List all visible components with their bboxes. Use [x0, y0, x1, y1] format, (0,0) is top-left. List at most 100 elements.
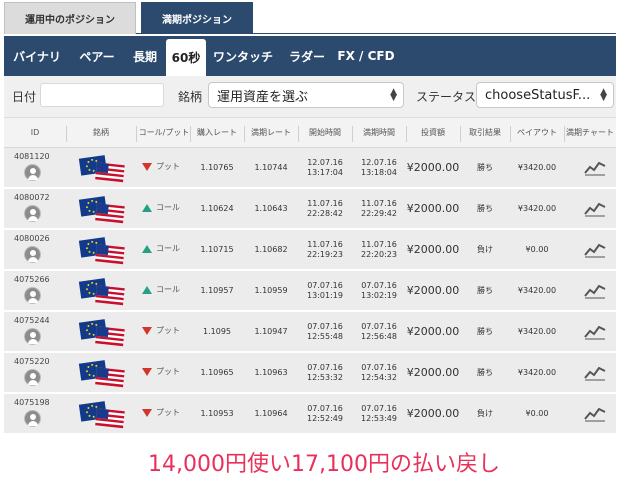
date-input[interactable] [40, 83, 164, 107]
tab-expired-positions[interactable]: 満期ポジション [141, 2, 253, 34]
start-time: 11.07.16 22:28:42 [298, 189, 352, 228]
end-date-text: 12.07.16 [361, 157, 397, 167]
start-time: 12.07.16 13:17:04 [298, 148, 352, 187]
position-id: 4080026 [14, 234, 50, 243]
payout-value: ¥3420.00 [517, 203, 557, 213]
tab-open-positions[interactable]: 運用中のポジション [4, 2, 136, 34]
position-id: 4080072 [14, 193, 50, 202]
buy-rate: 1.1095 [203, 326, 231, 336]
expiry-rate: 1.10964 [254, 408, 288, 418]
end-time-text: 22:29:42 [361, 208, 397, 218]
investment-amount: ¥2000.00 [406, 201, 460, 215]
table-row[interactable]: 4075266 コール 1.10957 1.10959 07.07.16 13:… [4, 271, 616, 312]
user-icon [24, 205, 41, 222]
expiry-rate: 1.10744 [254, 162, 288, 172]
col-expiry-chart: 満期チャート [566, 128, 614, 137]
start-time-text: 13:01:19 [307, 290, 343, 300]
line-chart-icon[interactable] [584, 240, 606, 258]
start-time-text: 12:55:48 [307, 331, 343, 341]
table-row[interactable]: 4075198 プット 1.10953 1.10964 07.07.16 12:… [4, 394, 616, 435]
expiry-rate: 1.10643 [254, 203, 288, 213]
direction-cell: プット [142, 366, 180, 377]
asset-select[interactable]: 運用資産を選ぶ ▲ ▼ [208, 82, 404, 108]
line-chart-icon[interactable] [584, 158, 606, 176]
start-date-text: 07.07.16 [307, 403, 343, 413]
line-chart-icon[interactable] [584, 404, 606, 422]
nav-long-term[interactable]: 長期 [124, 36, 166, 76]
end-date-text: 07.07.16 [361, 321, 397, 331]
start-date-text: 11.07.16 [307, 239, 343, 249]
col-asset: 銘柄 [93, 128, 109, 137]
put-arrow-icon [142, 162, 152, 171]
payout-summary-caption: 14,000円使い17,100円の払い戻し [148, 452, 500, 477]
buy-rate: 1.10624 [200, 203, 234, 213]
trade-result: 勝ち [477, 285, 493, 295]
nav-ladder[interactable]: ラダー [280, 36, 334, 76]
start-time: 07.07.16 12:55:48 [298, 312, 352, 351]
start-date-text: 11.07.16 [307, 198, 343, 208]
start-time-text: 22:19:23 [307, 249, 343, 259]
user-icon [24, 246, 41, 263]
end-time: 07.07.16 13:02:19 [352, 271, 406, 310]
table-row[interactable]: 4080072 コール 1.10624 1.10643 11.07.16 22:… [4, 189, 616, 230]
filter-bar: 日付 銘柄 運用資産を選ぶ ▲ ▼ ステータス chooseStatusF... … [4, 76, 616, 118]
trade-result: 勝ち [477, 203, 493, 213]
investment-amount: ¥2000.00 [406, 324, 460, 338]
expiry-rate: 1.10947 [254, 326, 288, 336]
buy-rate: 1.10715 [200, 244, 234, 254]
direction-cell: コール [142, 202, 180, 213]
end-date-text: 11.07.16 [361, 198, 397, 208]
payout-value: ¥3420.00 [517, 367, 557, 377]
direction-label: プット [156, 408, 180, 417]
line-chart-icon[interactable] [584, 281, 606, 299]
line-chart-icon[interactable] [584, 322, 606, 340]
col-call-put: コール/プット [138, 128, 190, 137]
table-header: ID 銘柄 コール/プット 購入レート 満期レート 開始時間 満期時間 投資額 … [4, 118, 616, 148]
line-chart-icon[interactable] [584, 199, 606, 217]
start-date-text: 07.07.16 [307, 321, 343, 331]
eur-usd-flags-icon [78, 359, 128, 389]
end-time: 07.07.16 12:56:48 [352, 312, 406, 351]
end-time: 12.07.16 13:18:04 [352, 148, 406, 187]
payout-value: ¥3420.00 [517, 162, 557, 172]
table-row[interactable]: 4075244 プット 1.1095 1.10947 07.07.16 12:5… [4, 312, 616, 353]
eur-usd-flags-icon [78, 400, 128, 430]
trade-result: 負け [477, 244, 493, 254]
nav-one-touch[interactable]: ワンタッチ [206, 36, 280, 76]
position-id: 4075266 [14, 275, 50, 284]
buy-rate: 1.10765 [200, 162, 234, 172]
end-time: 07.07.16 12:53:49 [352, 394, 406, 433]
user-icon [24, 410, 41, 427]
user-icon [24, 287, 41, 304]
eur-usd-flags-icon [78, 236, 128, 266]
line-chart-icon[interactable] [584, 363, 606, 381]
eur-usd-flags-icon [78, 318, 128, 348]
end-time: 11.07.16 22:29:42 [352, 189, 406, 228]
direction-cell: プット [142, 325, 180, 336]
start-date-text: 12.07.16 [307, 157, 343, 167]
asset-select-value: 運用資産を選ぶ [217, 89, 309, 105]
end-date-text: 07.07.16 [361, 403, 397, 413]
table-row[interactable]: 4081120 プット 1.10765 1.10744 12.07.16 13:… [4, 148, 616, 189]
status-select-value: chooseStatusF... [485, 87, 591, 103]
nav-fx-cfd[interactable]: FX / CFD [334, 36, 398, 76]
nav-pair[interactable]: ペアー [70, 36, 124, 76]
col-buy-rate: 購入レート [197, 128, 237, 137]
buy-rate: 1.10965 [200, 367, 234, 377]
col-payout: ペイアウト [517, 128, 557, 137]
table-row[interactable]: 4075220 プット 1.10965 1.10963 07.07.16 12:… [4, 353, 616, 394]
status-select[interactable]: chooseStatusF... ▲ ▼ [476, 82, 614, 108]
start-time: 07.07.16 12:53:32 [298, 353, 352, 392]
nav-60-seconds[interactable]: 60秒 [166, 39, 206, 76]
end-time-text: 13:18:04 [361, 167, 397, 177]
direction-cell: プット [142, 161, 180, 172]
trade-result: 負け [477, 408, 493, 418]
nav-binary[interactable]: バイナリ [4, 36, 70, 76]
position-id: 4075244 [14, 316, 50, 325]
investment-amount: ¥2000.00 [406, 283, 460, 297]
expiry-rate: 1.10682 [254, 244, 288, 254]
table-row[interactable]: 4080026 コール 1.10715 1.10682 11.07.16 22:… [4, 230, 616, 271]
buy-rate: 1.10953 [200, 408, 234, 418]
start-time-text: 12:53:32 [307, 372, 343, 382]
end-time: 07.07.16 12:54:32 [352, 353, 406, 392]
